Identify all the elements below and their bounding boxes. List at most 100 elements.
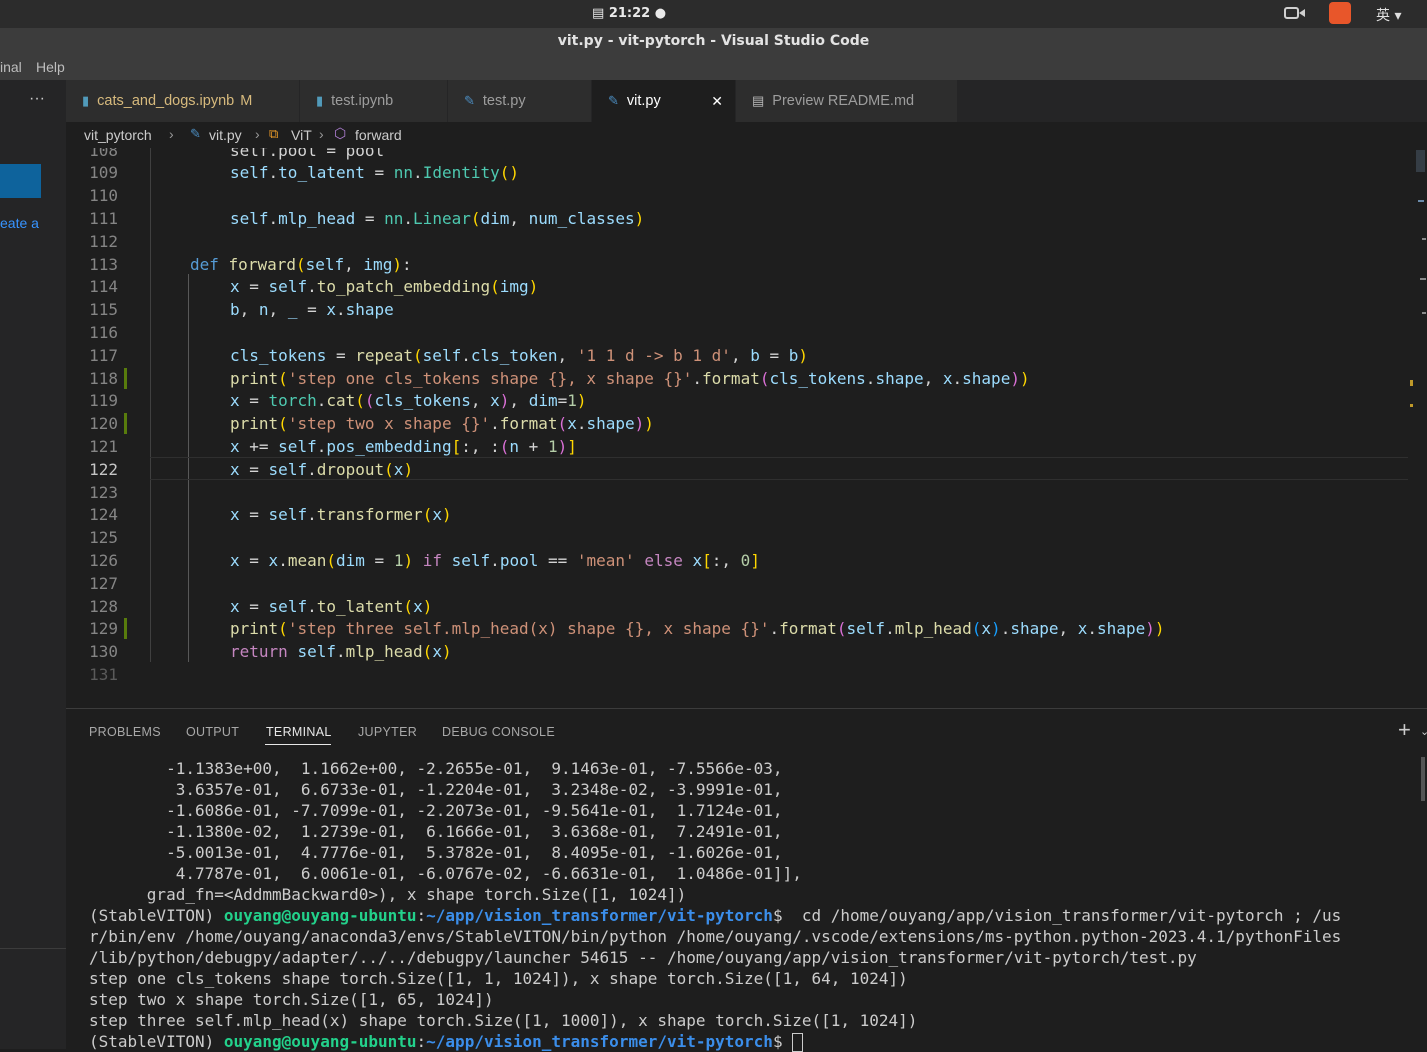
- chevron-right-icon: ›: [319, 126, 324, 142]
- code-line: print('step two x shape {}'.format(x.sha…: [230, 414, 654, 433]
- notebook-file-icon: ▮: [316, 93, 324, 108]
- code-line: cls_tokens = repeat(self.cls_token, '1 1…: [230, 346, 809, 365]
- git-change-marker: [124, 368, 127, 389]
- tab-output[interactable]: OUTPUT: [186, 725, 239, 739]
- code-line: x = self.to_patch_embedding(img): [230, 277, 539, 296]
- tab-label: vit.py: [626, 93, 661, 109]
- camera-icon[interactable]: [1284, 6, 1306, 20]
- tab-label: cats_and_dogs.ipynb: [97, 93, 235, 109]
- prompt-env: (StableVITON): [89, 1032, 224, 1051]
- action-button[interactable]: [0, 164, 41, 198]
- code-line: self.pool = pool: [230, 148, 385, 160]
- tab-label: test.py: [482, 93, 526, 109]
- line-number: 123: [89, 483, 118, 502]
- os-top-bar: [0, 0, 1427, 28]
- python-file-icon: ✎: [190, 126, 201, 141]
- code-line: print('step one cls_tokens shape {}, x s…: [230, 369, 1030, 388]
- code-line: x = torch.cat((cls_tokens, x), dim=1): [230, 391, 587, 410]
- code-line: x = self.transformer(x): [230, 505, 452, 524]
- line-number: 116: [89, 323, 118, 342]
- chevron-right-icon: ›: [169, 126, 174, 142]
- tab-cats-and-dogs[interactable]: ▮ cats_and_dogs.ipynb M: [66, 80, 300, 122]
- tab-problems[interactable]: PROBLEMS: [89, 725, 161, 739]
- line-number: 115: [89, 300, 118, 319]
- terminal-line: step one cls_tokens shape torch.Size([1,…: [89, 969, 908, 988]
- terminal-prompt-line: (StableVITON) ouyang@ouyang-ubuntu:~/app…: [89, 906, 1342, 925]
- line-number: 117: [89, 346, 118, 365]
- code-line: print('step three self.mlp_head(x) shape…: [230, 619, 1165, 638]
- new-terminal-icon[interactable]: +: [1398, 717, 1411, 743]
- git-change-marker: [124, 618, 127, 639]
- tab-debug-console[interactable]: DEBUG CONSOLE: [442, 725, 555, 739]
- code-line: return self.mlp_head(x): [230, 642, 452, 661]
- code-line: self.to_latent = nn.Identity(): [230, 163, 520, 182]
- line-number: 127: [89, 574, 118, 593]
- method-icon: ⬡: [334, 125, 347, 141]
- tab-vit-py[interactable]: ✎ vit.py ✕: [592, 80, 736, 122]
- line-number: 109: [89, 163, 118, 182]
- breadcrumb-method[interactable]: forward: [355, 127, 402, 143]
- tab-preview-readme[interactable]: ▤ Preview README.md: [736, 80, 958, 122]
- app-tray-icon[interactable]: [1329, 2, 1351, 24]
- side-panel: ··· eate a: [0, 80, 66, 1049]
- terminal-line: step three self.mlp_head(x) shape torch.…: [89, 1011, 918, 1030]
- tab-test-py[interactable]: ✎ test.py: [448, 80, 592, 122]
- line-number: 113: [89, 255, 118, 274]
- breadcrumb-file[interactable]: vit.py: [209, 127, 242, 143]
- clock[interactable]: ▤ 21:22 ●: [592, 6, 666, 21]
- terminal-line: -1.1383e+00, 1.1662e+00, -2.2655e-01, 9.…: [89, 759, 783, 778]
- line-number: 114: [89, 277, 118, 296]
- menu-terminal[interactable]: inal: [0, 59, 22, 75]
- terminal-line: step two x shape torch.Size([1, 65, 1024…: [89, 990, 494, 1009]
- active-tab-underline: [265, 744, 331, 745]
- input-method-label: 英: [1376, 8, 1390, 24]
- python-file-icon: ✎: [608, 93, 619, 108]
- tab-terminal[interactable]: TERMINAL: [266, 725, 332, 739]
- python-file-icon: ✎: [464, 93, 475, 108]
- line-number: 126: [89, 551, 118, 570]
- terminal-line: -5.0013e-01, 4.7776e-01, 5.3782e-01, 8.4…: [89, 843, 783, 862]
- code-editor[interactable]: 108 109 110 111 112 113 114 115 116 117 …: [66, 148, 1427, 708]
- code-line: def forward(self, img):: [190, 255, 412, 274]
- line-number: 121: [89, 437, 118, 456]
- breadcrumb-folder[interactable]: vit_pytorch: [84, 127, 152, 143]
- window-title: vit.py - vit-pytorch - Visual Studio Cod…: [557, 33, 870, 49]
- line-number: 125: [89, 528, 118, 547]
- terminal-output[interactable]: -1.1383e+00, 1.1662e+00, -2.2655e-01, 9.…: [89, 758, 1419, 1052]
- minimap[interactable]: [1414, 148, 1427, 318]
- tab-test-ipynb[interactable]: ▮ test.ipynb: [300, 80, 448, 122]
- close-tab-icon[interactable]: ✕: [711, 93, 723, 110]
- tab-jupyter[interactable]: JUPYTER: [358, 725, 417, 739]
- more-actions-icon[interactable]: ···: [29, 90, 45, 108]
- terminal-line: /lib/python/debugpy/adapter/../../debugp…: [89, 948, 1197, 967]
- code-line: b, n, _ = x.shape: [230, 300, 394, 319]
- tab-label: test.ipynb: [331, 93, 394, 109]
- input-method-indicator[interactable]: 英 ▾: [1376, 5, 1401, 25]
- code-line: x = self.dropout(x): [230, 460, 414, 479]
- notebook-file-icon: ▮: [82, 93, 90, 108]
- prompt-suffix: $: [772, 1032, 793, 1051]
- menu-help[interactable]: Help: [36, 59, 65, 75]
- line-number: 110: [89, 186, 118, 205]
- terminal-cursor[interactable]: [792, 1033, 804, 1052]
- editor-tab-bar: ▮ cats_and_dogs.ipynb M ▮ test.ipynb ✎ t…: [66, 80, 1427, 122]
- overview-ruler-marker: [1410, 404, 1413, 407]
- line-number: 108: [89, 148, 118, 160]
- class-icon: ⧉: [269, 126, 279, 141]
- line-number: 124: [89, 505, 118, 524]
- prompt-path: ~/app/vision_transformer/vit-pytorch: [426, 906, 773, 925]
- chevron-down-icon[interactable]: ⌄: [1420, 725, 1427, 738]
- line-number: 122: [89, 460, 118, 479]
- terminal-scrollbar[interactable]: [1421, 757, 1425, 801]
- terminal-line: -1.6086e-01, -7.7099e-01, -2.2073e-01, -…: [89, 801, 783, 820]
- modified-badge: M: [240, 93, 253, 109]
- prompt-user: ouyang@ouyang-ubuntu: [223, 1032, 417, 1051]
- prompt-user: ouyang@ouyang-ubuntu: [223, 906, 417, 925]
- line-number: 128: [89, 597, 118, 616]
- code-line: x = self.to_latent(x): [230, 597, 433, 616]
- create-link[interactable]: eate a: [0, 215, 39, 231]
- breadcrumb: vit_pytorch › ✎ vit.py › ⧉ ViT › ⬡ forwa…: [66, 122, 1427, 148]
- terminal-command: $ cd /home/ouyang/app/vision_transformer…: [772, 906, 1342, 925]
- breadcrumb-class[interactable]: ViT: [291, 127, 312, 143]
- line-number: 111: [89, 209, 118, 228]
